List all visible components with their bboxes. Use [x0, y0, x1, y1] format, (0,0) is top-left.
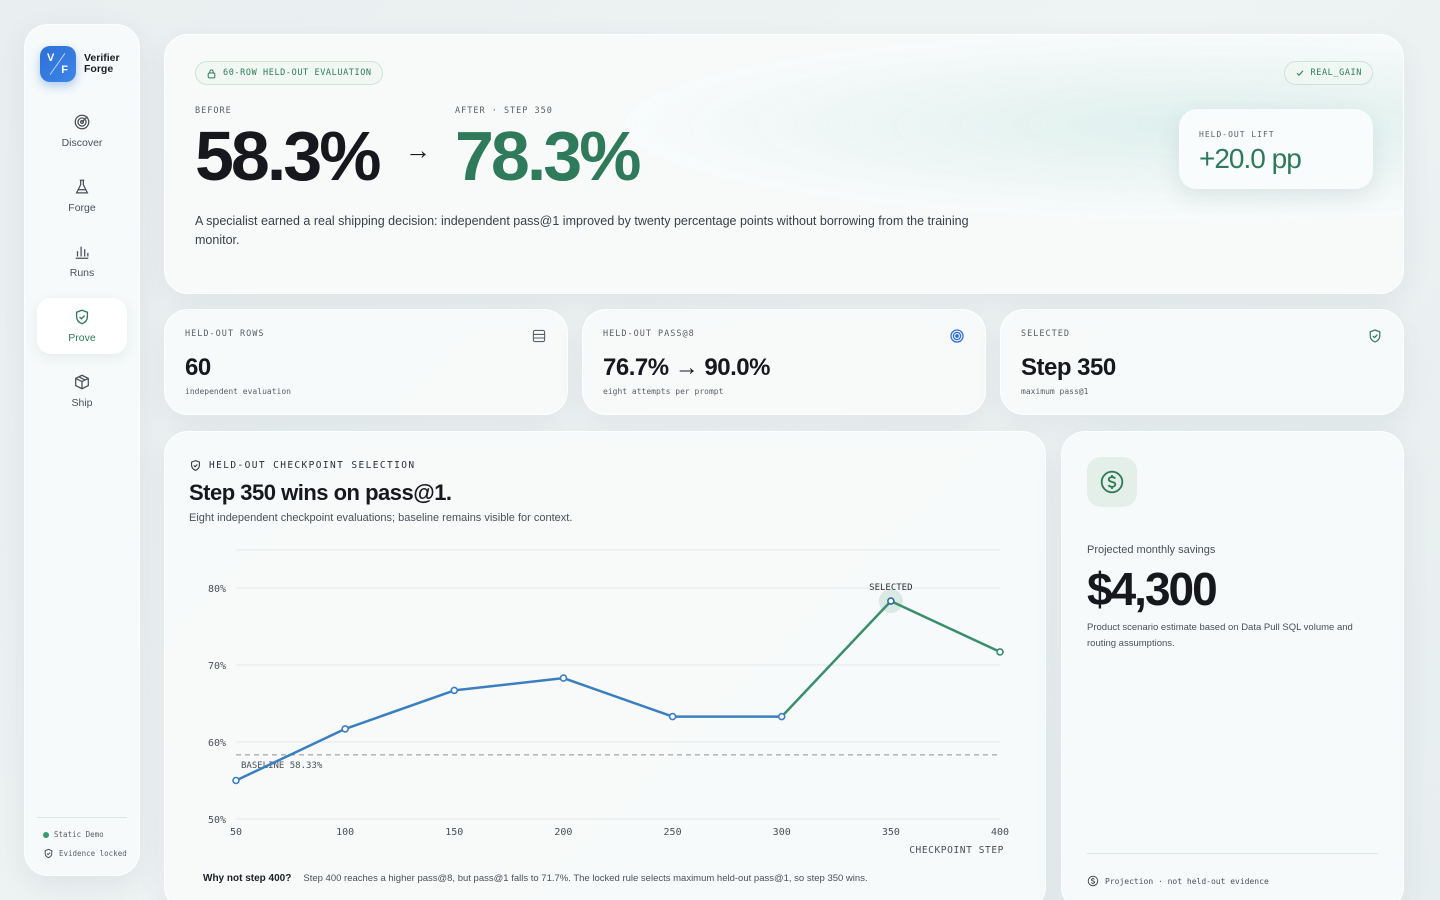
nav-item-forge[interactable]: Forge: [37, 168, 127, 224]
data-point: [996, 648, 1004, 656]
series-line-after: [780, 599, 1001, 718]
evaluation-pill-text: 60-ROW HELD-OUT EVALUATION: [223, 68, 372, 78]
data-point: [341, 725, 349, 733]
nav-item-discover[interactable]: Discover: [37, 103, 127, 159]
stat-label: HELD-OUT ROWS: [185, 329, 265, 339]
why-not-step-400: Why not step 400? Step 400 reaches a hig…: [203, 873, 868, 884]
savings-value: $4,300: [1087, 563, 1218, 615]
shield-check-icon: [44, 848, 53, 859]
before-value: 58.3%: [195, 117, 381, 195]
brand-name-line2: Forge: [84, 63, 114, 75]
stat-label: SELECTED: [1021, 329, 1070, 339]
stat-sub: eight attempts per prompt: [603, 387, 724, 396]
held-out-lift-card: HELD-OUT LIFT +20.0 pp: [1179, 109, 1373, 189]
data-point: [668, 712, 677, 721]
stat-card-selected: SELECTED Step 350 maximum pass@1: [1000, 309, 1404, 415]
hero-card: 60-ROW HELD-OUT EVALUATION REAL_GAIN BEF…: [164, 34, 1404, 294]
checkpoint-line-chart: 50% 60% 70% 80% 50 100 150 200 250 300 350 400 CHECK…: [208, 549, 1009, 856]
nav-item-prove[interactable]: Prove: [37, 298, 127, 354]
x-axis-label: CHECKPOINT STEP: [909, 845, 1004, 856]
baseline-label: BASELINE 58.33%: [241, 761, 323, 771]
x-tick-label: 100: [336, 827, 354, 838]
y-tick-label: 70%: [208, 661, 226, 672]
savings-footer: Projection · not held-out evidence: [1087, 875, 1269, 887]
table-icon: [532, 329, 546, 343]
lock-icon: [207, 69, 216, 78]
status-dot: [43, 831, 49, 838]
real-gain-text: REAL_GAIN: [1310, 68, 1362, 78]
status-indicator: Static Demo: [43, 830, 104, 839]
logo-letter-f: F: [61, 64, 68, 76]
coin-badge: [1087, 457, 1137, 507]
evaluation-pill: 60-ROW HELD-OUT EVALUATION: [195, 61, 383, 85]
x-tick-label: 400: [991, 827, 1009, 838]
real-gain-badge: REAL_GAIN: [1283, 61, 1373, 85]
stat-card-rows: HELD-OUT ROWS 60 independent evaluation: [164, 309, 568, 415]
x-tick-label: 250: [664, 827, 682, 838]
check-icon: [1296, 70, 1303, 77]
x-tick-label: 50: [230, 827, 242, 838]
stat-value: Step 350: [1021, 354, 1116, 381]
data-point: [777, 712, 786, 721]
sidebar-divider: [37, 817, 127, 818]
lift-label: HELD-OUT LIFT: [1199, 130, 1275, 139]
nav-label: Prove: [68, 332, 96, 344]
savings-description: Product scenario estimate based on Data …: [1087, 622, 1353, 649]
evidence-text: Evidence locked: [59, 849, 127, 858]
savings-divider: [1087, 853, 1378, 854]
data-point: [232, 776, 240, 785]
logo-mark: V F: [40, 46, 76, 82]
target-icon: [950, 329, 964, 343]
status-text: Static Demo: [54, 830, 104, 839]
dollar-icon: [1100, 470, 1124, 494]
evidence-indicator: Evidence locked: [43, 848, 127, 859]
y-tick-label: 60%: [208, 738, 226, 749]
x-tick-label: 200: [554, 827, 572, 838]
nav-label: Runs: [69, 267, 95, 279]
shield-icon: [75, 309, 89, 325]
stat-value: 60: [185, 354, 211, 381]
x-tick-label: 300: [773, 827, 791, 838]
shield-check-icon: [1369, 329, 1381, 343]
arrow-icon: →: [405, 135, 431, 165]
stat-label: HELD-OUT PASS@8: [603, 329, 695, 339]
savings-card: Projected monthly savings $4,300 Product…: [1061, 431, 1404, 900]
nav-item-ship[interactable]: Ship: [37, 363, 127, 419]
after-label: AFTER · STEP 350: [455, 106, 553, 116]
after-value: 78.3%: [455, 117, 641, 195]
x-tick-label: 150: [445, 827, 463, 838]
flask-icon: [75, 179, 89, 194]
bar-chart-icon: [75, 246, 89, 259]
target-icon: [74, 114, 90, 130]
sidebar: V F Verifier Forge Discover Forge Runs P…: [24, 24, 140, 876]
brand-name: Verifier Forge: [84, 53, 120, 75]
box-icon: [75, 374, 89, 390]
stat-card-pass8: HELD-OUT PASS@8 76.7% → 90.0% eight atte…: [582, 309, 986, 415]
logo-letter-v: V: [47, 52, 55, 64]
data-point: [559, 674, 568, 682]
nav-label: Forge: [68, 202, 96, 214]
y-tick-label: 50%: [208, 815, 226, 826]
x-tick-label: 350: [882, 827, 900, 838]
y-tick-label: 80%: [208, 584, 226, 595]
brand-logo[interactable]: V F Verifier Forge: [40, 46, 120, 82]
nav-label: Ship: [71, 397, 93, 409]
why-title: Why not step 400?: [203, 873, 292, 884]
stat-sub: maximum pass@1: [1021, 387, 1089, 396]
data-point: [450, 686, 459, 695]
savings-footer-text: Projection · not held-out evidence: [1105, 876, 1269, 886]
stat-sub: independent evaluation: [185, 387, 291, 396]
nav-label: Discover: [61, 137, 103, 149]
lift-value: +20.0 pp: [1199, 143, 1302, 174]
nav-item-runs[interactable]: Runs: [37, 233, 127, 289]
checkpoint-chart-card: HELD-OUT CHECKPOINT SELECTION Step 350 w…: [164, 431, 1046, 900]
before-label: BEFORE: [195, 106, 232, 116]
stat-value: 76.7% → 90.0%: [603, 354, 770, 381]
dollar-icon: [1087, 875, 1099, 887]
why-text: Step 400 reaches a higher pass@8, but pa…: [303, 873, 868, 884]
data-point: [887, 597, 895, 605]
selected-label: SELECTED: [869, 583, 912, 593]
hero-description: A specialist earned a real shipping deci…: [195, 214, 969, 247]
savings-label: Projected monthly savings: [1087, 544, 1216, 556]
